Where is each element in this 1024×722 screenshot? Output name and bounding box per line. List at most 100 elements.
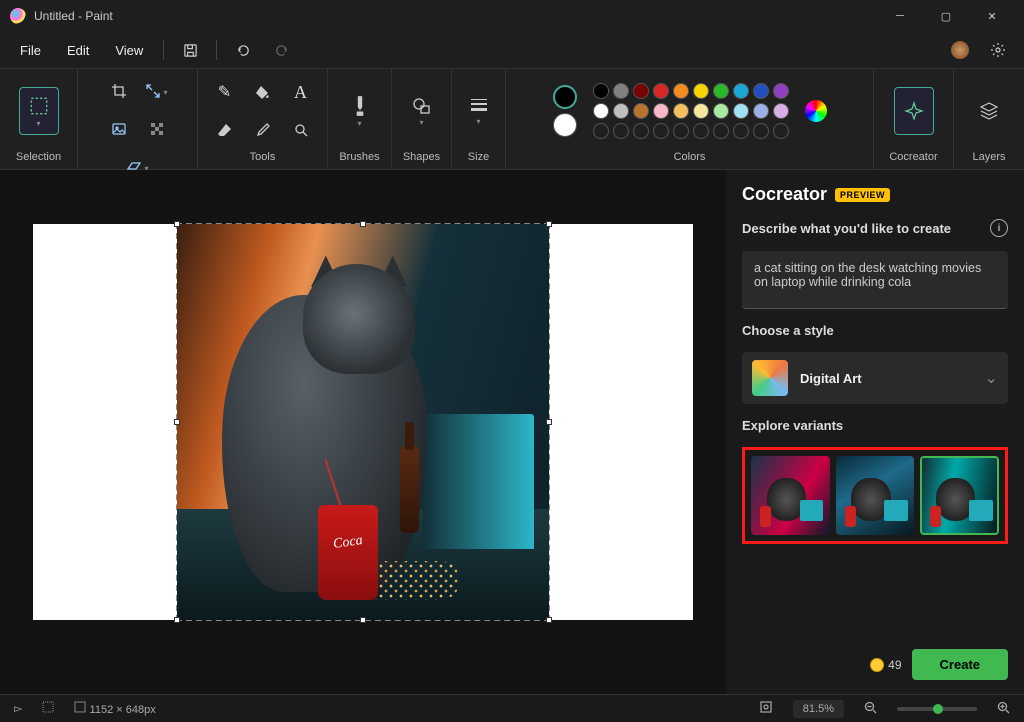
info-icon[interactable]: i xyxy=(990,219,1008,237)
describe-label: Describe what you'd like to create xyxy=(742,221,951,236)
color-swatch[interactable] xyxy=(633,123,649,139)
paint-canvas[interactable]: Coca xyxy=(33,224,693,620)
explore-variants-label: Explore variants xyxy=(742,418,1008,433)
close-button[interactable]: ✕ xyxy=(970,2,1014,30)
canvas-size: 1152 × 648px xyxy=(74,701,155,716)
color-swatch[interactable] xyxy=(713,103,729,119)
select-tool[interactable]: ▾ xyxy=(19,87,59,135)
cursor-tool-icon[interactable]: ▻ xyxy=(14,702,22,715)
color-swatch[interactable] xyxy=(653,103,669,119)
fit-screen-icon[interactable] xyxy=(759,700,773,717)
generated-image: Coca xyxy=(177,224,549,620)
minimize-button[interactable]: ─ xyxy=(878,2,922,30)
selection-rect[interactable]: Coca xyxy=(177,224,549,620)
canvas-viewport[interactable]: Coca xyxy=(0,170,726,694)
color-swatch[interactable] xyxy=(753,83,769,99)
preview-badge: PREVIEW xyxy=(835,188,890,202)
color-swatch[interactable] xyxy=(633,83,649,99)
statusbar: ▻ 1152 × 648px 81.5% xyxy=(0,694,1024,722)
prompt-input[interactable] xyxy=(742,251,1008,309)
group-label-size: Size xyxy=(468,147,489,167)
brushes-tool[interactable]: ▾ xyxy=(340,87,380,135)
color-swatch[interactable] xyxy=(673,123,689,139)
group-label-layers: Layers xyxy=(972,147,1005,167)
undo-icon[interactable] xyxy=(227,36,259,64)
color-swatch[interactable] xyxy=(713,83,729,99)
zoom-slider[interactable] xyxy=(897,707,977,711)
zoom-out-icon[interactable] xyxy=(864,701,877,717)
redo-icon[interactable] xyxy=(265,36,297,64)
color-swatch[interactable] xyxy=(613,103,629,119)
color-swatch[interactable] xyxy=(753,123,769,139)
transparency-tool[interactable] xyxy=(141,113,173,145)
color-swatch[interactable] xyxy=(693,123,709,139)
background-color[interactable] xyxy=(553,113,577,137)
resize-tool[interactable]: ▾ xyxy=(141,75,173,107)
color-swatch[interactable] xyxy=(673,103,689,119)
titlebar: Untitled - Paint ─ ▢ ✕ xyxy=(0,0,1024,32)
size-tool[interactable]: ▾ xyxy=(459,87,499,135)
variant-2[interactable] xyxy=(836,456,915,535)
color-swatch[interactable] xyxy=(593,103,609,119)
color-swatch[interactable] xyxy=(713,123,729,139)
selection-size-icon xyxy=(42,701,54,716)
color-swatch[interactable] xyxy=(593,83,609,99)
maximize-button[interactable]: ▢ xyxy=(924,2,968,30)
color-swatch[interactable] xyxy=(773,103,789,119)
chevron-down-icon: ⌄ xyxy=(985,368,998,388)
color-swatch[interactable] xyxy=(593,123,609,139)
credits-display: 49 xyxy=(870,658,901,672)
user-avatar-icon[interactable] xyxy=(944,36,976,64)
crop-tool[interactable] xyxy=(103,75,135,107)
style-dropdown[interactable]: Digital Art ⌄ xyxy=(742,352,1008,404)
cocreator-title: Cocreator xyxy=(742,184,827,205)
color-swatch[interactable] xyxy=(693,103,709,119)
variant-1[interactable] xyxy=(751,456,830,535)
cocreator-panel: Cocreator PREVIEW Describe what you'd li… xyxy=(726,170,1024,694)
variants-container xyxy=(742,447,1008,544)
group-label-selection: Selection xyxy=(16,147,61,167)
menu-file[interactable]: File xyxy=(10,37,51,64)
layers-button[interactable] xyxy=(969,87,1009,135)
create-button[interactable]: Create xyxy=(912,649,1008,680)
zoom-value[interactable]: 81.5% xyxy=(793,700,844,718)
image-tool[interactable] xyxy=(103,113,135,145)
group-label-brushes: Brushes xyxy=(339,147,379,167)
color-swatch[interactable] xyxy=(613,123,629,139)
group-label-tools: Tools xyxy=(250,147,276,167)
variant-3[interactable] xyxy=(920,456,999,535)
zoom-tool[interactable] xyxy=(285,114,317,146)
cocreator-button[interactable] xyxy=(894,87,934,135)
settings-icon[interactable] xyxy=(982,36,1014,64)
coin-icon xyxy=(870,658,884,672)
divider xyxy=(163,40,164,60)
eraser-tool[interactable] xyxy=(209,114,241,146)
foreground-color[interactable] xyxy=(553,85,577,109)
color-wheel-icon[interactable] xyxy=(805,100,827,122)
color-swatch[interactable] xyxy=(733,123,749,139)
color-swatch[interactable] xyxy=(733,83,749,99)
color-swatch[interactable] xyxy=(733,103,749,119)
text-tool[interactable]: A xyxy=(285,76,317,108)
save-icon[interactable] xyxy=(174,36,206,64)
style-name: Digital Art xyxy=(800,371,973,386)
color-swatch[interactable] xyxy=(773,83,789,99)
fill-tool[interactable] xyxy=(247,76,279,108)
shapes-tool[interactable]: ▾ xyxy=(402,87,442,135)
color-swatch[interactable] xyxy=(633,103,649,119)
color-swatch[interactable] xyxy=(753,103,769,119)
color-swatch[interactable] xyxy=(653,83,669,99)
menubar: File Edit View xyxy=(0,32,1024,68)
pencil-tool[interactable]: ✎ xyxy=(209,76,241,108)
color-swatch[interactable] xyxy=(653,123,669,139)
ribbon: ▾ Selection ▾ ▾ Image ✎ A Tools ▾ Brushe… xyxy=(0,68,1024,170)
color-swatch[interactable] xyxy=(613,83,629,99)
choose-style-label: Choose a style xyxy=(742,323,1008,338)
color-swatch[interactable] xyxy=(773,123,789,139)
menu-view[interactable]: View xyxy=(105,37,153,64)
color-swatch[interactable] xyxy=(673,83,689,99)
menu-edit[interactable]: Edit xyxy=(57,37,99,64)
zoom-in-icon[interactable] xyxy=(997,701,1010,717)
color-swatch[interactable] xyxy=(693,83,709,99)
picker-tool[interactable] xyxy=(247,114,279,146)
